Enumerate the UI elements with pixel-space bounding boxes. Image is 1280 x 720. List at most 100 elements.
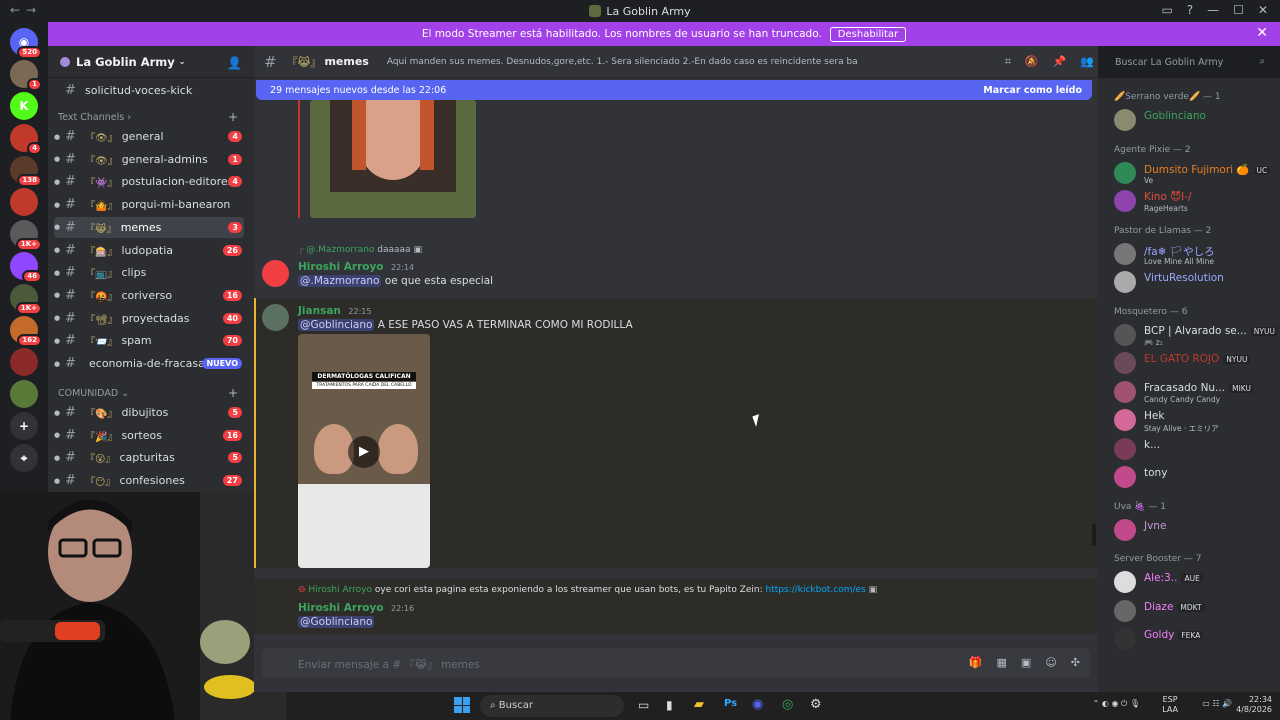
inbox-icon[interactable]: ▭ [1161,3,1172,17]
member-item[interactable]: Jvne [1114,518,1276,544]
mention[interactable]: @Goblinciano [298,616,375,628]
member-item[interactable]: EL GATO ROJO NYUU [1114,351,1276,377]
taskbar-search[interactable]: ⌕ Buscar [480,695,624,717]
mark-read-button[interactable]: Marcar como leído [983,85,1082,96]
channel-dibujitos[interactable]: ● # 『🎨』 dibujitos 5 [54,402,244,423]
channel-spam[interactable]: ● # 『📨』 spam 70 [54,330,244,351]
channel-porqui-mi-banearon[interactable]: ● # 『🤷』 porqui-mi-banearon [54,194,244,215]
member-item[interactable]: /fa❄ 🏳やしろ Love Mine All Mine [1114,242,1276,268]
server-icon[interactable]: ⌖ [10,444,38,472]
help-icon[interactable]: ? [1187,3,1193,17]
member-item[interactable]: Kino 😈I-/RageHearts [1114,189,1276,215]
members-icon[interactable]: 👥 [1080,55,1094,69]
member-item[interactable]: VirtuResolution [1114,270,1276,296]
video-embed[interactable]: DERMATÓLOGAS CALIFICAN TRATAMIENTOS PARA… [298,334,430,568]
member-item[interactable]: Hek Stay Alive · エミリア [1114,408,1276,434]
server-icon[interactable]: ◉ 520 [10,28,42,59]
add-channel-icon[interactable]: + [228,386,238,400]
server-icon[interactable]: 4 [10,124,42,155]
channel-memes[interactable]: ● # 『😹』 memes 3 [54,216,244,238]
channel-proyectadas[interactable]: ● # 『📽』 proyectadas 40 [54,308,244,329]
close-banner-icon[interactable]: ✕ [1256,25,1268,41]
message-input[interactable]: Enviar mensaje a # 『😹』 memes 🎁 ▦ ▣ ☺ ✣ [262,648,1090,678]
gif-icon[interactable]: ▦ [997,656,1007,669]
channel-clips[interactable]: ● # 『📺』 clips [54,262,244,283]
mute-icon[interactable]: 🔕 [1025,55,1039,69]
author-name[interactable]: Hiroshi Arroyo [298,602,384,614]
channel-capturitas[interactable]: ● # 『😮』 capturitas 5 [54,447,244,468]
avatar[interactable] [262,260,289,287]
minimize-icon[interactable]: — [1207,3,1219,17]
server-icon[interactable]: 138 [10,156,42,187]
category-comunidad[interactable]: COMUNIDAD ⌄ + [58,386,248,400]
threads-icon[interactable]: ⌗ [1005,55,1011,69]
mention-badge: 27 [222,475,242,487]
windows-start-icon[interactable] [454,697,470,713]
clock-date[interactable]: 4/8/2026 [1236,705,1272,715]
reply-preview[interactable]: ⊖ Hiroshi Arroyo oye cori esta pagina es… [298,585,1078,595]
author-name[interactable]: Hiroshi Arroyo [298,261,384,273]
member-item[interactable]: Dumsito Fujimori 🍊 UC Ve [1114,161,1276,187]
pin-icon[interactable]: 📌 [1053,55,1067,69]
scrollbar-thumb[interactable] [1092,524,1096,546]
channel-solicitud[interactable]: # solicitud-voces-kick [54,80,244,101]
server-icon[interactable]: + [10,412,38,440]
server-icon[interactable] [10,188,38,216]
member-item[interactable]: Ale:3.. AUE [1114,570,1276,596]
category-text-channels[interactable]: Text Channels › + [58,110,248,124]
member-item[interactable]: Goblinciano [1114,108,1276,134]
server-icon[interactable]: 1K+ [10,284,42,315]
server-icon[interactable]: 1K+ [10,220,42,251]
channel-coriverso[interactable]: ● # 『🤬』 coriverso 16 [54,285,244,306]
server-icon[interactable] [10,380,38,408]
app-icon[interactable]: ⚙ [810,697,822,712]
member-item[interactable]: k... [1114,437,1276,463]
add-channel-icon[interactable]: + [228,110,238,124]
close-window-icon[interactable]: ✕ [1258,3,1268,17]
hash-icon: # [264,52,277,71]
disable-streamer-button[interactable]: Deshabilitar [829,26,907,42]
new-messages-bar[interactable]: 29 mensajes nuevos desde las 22:06 Marca… [256,80,1092,100]
server-icon[interactable]: 162 [10,316,42,347]
app-icon[interactable]: ▮ [666,698,673,712]
apps-icon[interactable]: ✣ [1071,656,1080,669]
search-input[interactable]: Buscar La Goblin Army ⌕ [1108,53,1272,73]
sticker-icon[interactable]: ▣ [1021,656,1031,669]
member-item[interactable]: BCP | Alvarado se... NYUU 🎮 z₁ [1114,323,1278,349]
gift-icon[interactable]: 🎁 [969,656,983,669]
attached-image[interactable] [310,100,476,218]
folder-icon[interactable]: ▰ [694,697,704,712]
channel-economia-de-fracasad[interactable]: ● # economia-de-fracasad... NUEVO [54,353,244,374]
server-icon[interactable] [10,348,38,376]
emoji-icon[interactable]: ☺ [1045,656,1056,669]
server-icon[interactable]: 1 [10,60,42,91]
play-icon[interactable]: ▶ [348,436,380,468]
discord-taskbar-icon[interactable]: ◉ [752,697,763,712]
clock-time[interactable]: 22:34 [1236,695,1272,705]
avatar[interactable] [262,304,289,331]
mention[interactable]: @Goblinciano [298,319,375,331]
server-icon[interactable]: 46 [10,252,42,283]
mention[interactable]: @.Mazmorrano [298,275,382,287]
language-indicator[interactable]: ESP LAA [1162,695,1178,715]
author-name[interactable]: Jiansan [298,305,341,317]
maximize-icon[interactable]: ☐ [1233,3,1244,17]
channel-general-admins[interactable]: ● # 『👁』 general-admins 1 [54,149,244,170]
member-item[interactable]: Diaze MDKT [1114,599,1276,625]
channel-topic[interactable]: Aqui manden sus memes. Desnudos,gore,etc… [387,57,857,67]
server-icon[interactable]: K [10,92,38,120]
reply-preview[interactable]: ╭ @.Mazmorrano daaaaa ▣ [298,245,422,255]
chrome-icon[interactable]: ◎ [782,697,793,712]
channel-confesiones[interactable]: ● # 『😶』 confesiones 27 [54,470,244,491]
channel-sorteos[interactable]: ● # 『🎉』 sorteos 16 [54,425,244,446]
channel-general[interactable]: ● # 『👁』 general 4 [54,126,244,147]
photoshop-icon[interactable]: Ps [724,698,737,709]
member-item[interactable]: Fracasado Nu... MIKU Candy Candy Candy [1114,380,1276,406]
channel-ludopatia[interactable]: ● # 『🎰』 ludopatia 26 [54,240,244,261]
add-member-icon[interactable]: 👤 [227,56,242,70]
server-header[interactable]: La Goblin Army ⌄ 👤 [48,46,254,78]
member-item[interactable]: tony [1114,465,1276,491]
taskview-icon[interactable]: ▭ [638,698,649,712]
member-item[interactable]: Goldy FEKA [1114,627,1276,653]
channel-postulacion-editores[interactable]: ● # 『👾』 postulacion-editores 4 [54,171,244,192]
